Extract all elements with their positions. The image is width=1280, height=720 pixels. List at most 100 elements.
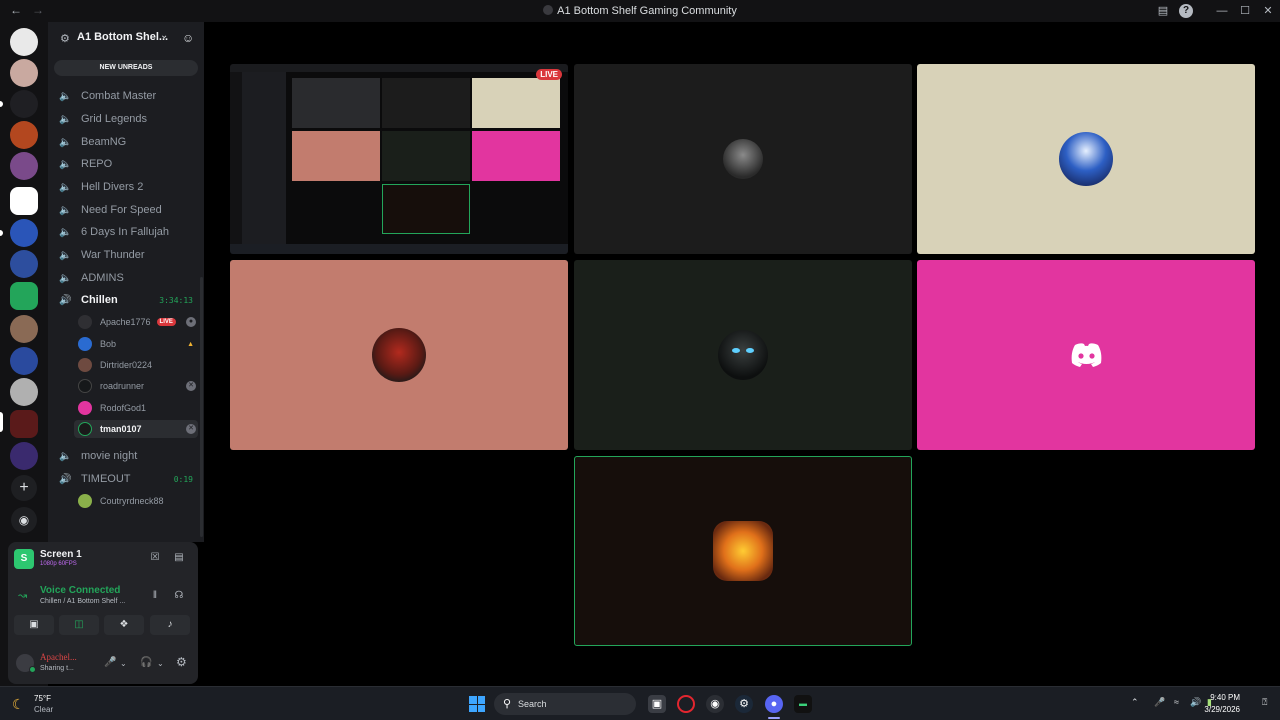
avatar [78, 337, 92, 351]
chevron-up-icon[interactable]: ⌃ [1131, 697, 1139, 708]
participant-tile[interactable] [574, 260, 912, 450]
voice-member-selected[interactable]: tman0107 ✕ [74, 420, 198, 438]
clock-date[interactable]: 3/29/2026 [1204, 705, 1240, 714]
voice-channel[interactable]: 🔈 Grid Legends [53, 109, 199, 129]
call-timer: 0:19 [173, 474, 193, 484]
microphone-icon[interactable]: 🎤 [104, 657, 116, 668]
voice-channel[interactable]: 🔊 TIMEOUT 0:19 [53, 469, 199, 489]
preview-tile [292, 131, 380, 181]
participant-tile[interactable] [574, 64, 912, 254]
terminal-icon[interactable]: ▬ [794, 695, 812, 713]
avatar [78, 315, 92, 329]
chevron-down-icon[interactable]: ⌄ [160, 30, 168, 41]
close-icon[interactable]: ✕ [1261, 4, 1275, 18]
add-server-icon[interactable]: + [11, 475, 37, 501]
server-icon-penguin[interactable] [10, 250, 38, 278]
participant-tile[interactable] [230, 260, 568, 450]
stop-stream-icon[interactable]: ☒ [146, 549, 164, 567]
server-icon-a1-bottom-shelf[interactable] [10, 410, 38, 438]
chevron-down-icon[interactable]: ⌄ [157, 659, 164, 668]
gear-icon: ⚙ [60, 33, 70, 45]
server-icon-active-voice[interactable] [10, 282, 38, 310]
voice-channel[interactable]: 🔈 Hell Divers 2 [53, 177, 199, 197]
inbox-icon[interactable]: ▤ [1156, 4, 1170, 18]
voice-channel[interactable]: 🔈 Need For Speed [53, 200, 199, 220]
voice-status[interactable]: Voice Connected [40, 585, 120, 596]
server-icon-tlc[interactable] [10, 187, 38, 215]
wifi-icon[interactable]: ≈ [1174, 697, 1179, 707]
clock-time[interactable]: 9:40 PM [1210, 693, 1240, 702]
maximize-icon[interactable]: ☐ [1238, 4, 1252, 18]
camera-off-button[interactable]: ▣ [14, 615, 54, 635]
volume-icon[interactable]: 🔊 [1190, 697, 1201, 708]
gear-icon[interactable]: ⚙ [176, 655, 187, 669]
server-icon-avatar[interactable] [10, 59, 38, 87]
server-icon-emblem[interactable] [10, 378, 38, 406]
avatar [713, 521, 773, 581]
stream-title: Screen 1 [40, 549, 82, 560]
voice-member[interactable]: RodofGod1 [74, 399, 198, 417]
steam-icon[interactable]: ⚙ [735, 695, 753, 713]
voice-member[interactable]: Coutryrdneck88 [74, 492, 198, 510]
headphones-icon[interactable]: 🎧 [140, 657, 152, 668]
selected-indicator [0, 412, 3, 432]
server-icon-pokemon[interactable] [10, 347, 38, 375]
voice-channel[interactable]: 🔈 ADMINS [53, 268, 199, 288]
guild-header[interactable]: ⚙ A1 Bottom Shel... ⌄ ☺ [48, 22, 204, 54]
task-view-icon[interactable]: ▣ [648, 695, 666, 713]
minimize-icon[interactable]: — [1215, 4, 1229, 18]
participant-tile[interactable] [917, 64, 1255, 254]
screen-share-button[interactable]: ◫ [59, 615, 99, 635]
user-panel: S Screen 1 1080p 60FPS ☒ ▤ ↝ Voice Conne… [8, 542, 198, 684]
stream-tile[interactable]: LIVE [230, 64, 568, 254]
server-icon-community[interactable] [10, 90, 38, 118]
participant-tile[interactable] [917, 260, 1255, 450]
voice-channel[interactable]: 🔈 Combat Master [53, 86, 199, 106]
server-icon-game[interactable] [10, 152, 38, 180]
user-name[interactable]: Apachel... [40, 652, 77, 662]
opera-icon[interactable] [677, 695, 695, 713]
voice-channel-path[interactable]: Chillen / A1 Bottom Shelf ... [40, 598, 125, 605]
voice-member[interactable]: roadrunner ✕ [74, 377, 198, 395]
start-button[interactable] [469, 696, 485, 712]
scrollbar[interactable] [200, 277, 203, 537]
stream-settings-icon[interactable]: ▤ [170, 549, 188, 567]
invite-people-icon[interactable]: ☺ [182, 31, 194, 45]
weather-temperature[interactable]: 75°F [34, 694, 51, 703]
app-icon[interactable]: ◉ [706, 695, 724, 713]
server-icon-portrait[interactable] [10, 315, 38, 343]
server-icon-bsg[interactable] [10, 28, 38, 56]
soundboard-button[interactable]: ♪ [150, 615, 190, 635]
voice-member[interactable]: Dirtrider0224 [74, 356, 198, 374]
activities-button[interactable]: ❖ [104, 615, 144, 635]
noise-suppression-icon[interactable]: ‖ [146, 587, 164, 605]
discover-icon[interactable]: ◉ [11, 507, 37, 533]
voice-channel[interactable]: 🔈 movie night [53, 446, 199, 466]
help-icon[interactable]: ? [1179, 4, 1193, 18]
participant-tile-speaking[interactable] [574, 456, 912, 646]
taskbar-search[interactable]: ⚲ Search [494, 693, 636, 715]
voice-member[interactable]: Bob ▲ [74, 335, 198, 353]
preview-tile [382, 131, 470, 181]
avatar [78, 422, 92, 436]
server-icon-hero[interactable] [10, 442, 38, 470]
discord-icon[interactable]: ● [765, 695, 783, 713]
microphone-icon[interactable]: 🎤 [1154, 697, 1165, 708]
voice-channel[interactable]: 🔈 REPO [53, 154, 199, 174]
new-unreads-pill[interactable]: NEW UNREADS [54, 60, 198, 76]
chevron-down-icon[interactable]: ⌄ [120, 659, 127, 668]
server-icon-badge[interactable] [10, 219, 38, 247]
unread-indicator [0, 101, 3, 107]
weather-moon-icon[interactable]: ☾ [12, 696, 25, 713]
preview-tile [292, 78, 380, 128]
voice-channel-active[interactable]: 🔊 Chillen 3:34:13 [53, 290, 199, 310]
avatar [78, 358, 92, 372]
notification-bell-icon[interactable]: ⍰ [1262, 697, 1267, 708]
avatar [372, 328, 426, 382]
voice-member[interactable]: Apache1776 LIVE ● [74, 313, 198, 331]
disconnect-icon[interactable]: ☊ [170, 587, 188, 605]
voice-channel[interactable]: 🔈 War Thunder [53, 245, 199, 265]
server-icon-fire[interactable] [10, 121, 38, 149]
voice-channel[interactable]: 🔈 BeamNG [53, 132, 199, 152]
voice-channel[interactable]: 🔈 6 Days In Fallujah [53, 222, 199, 242]
